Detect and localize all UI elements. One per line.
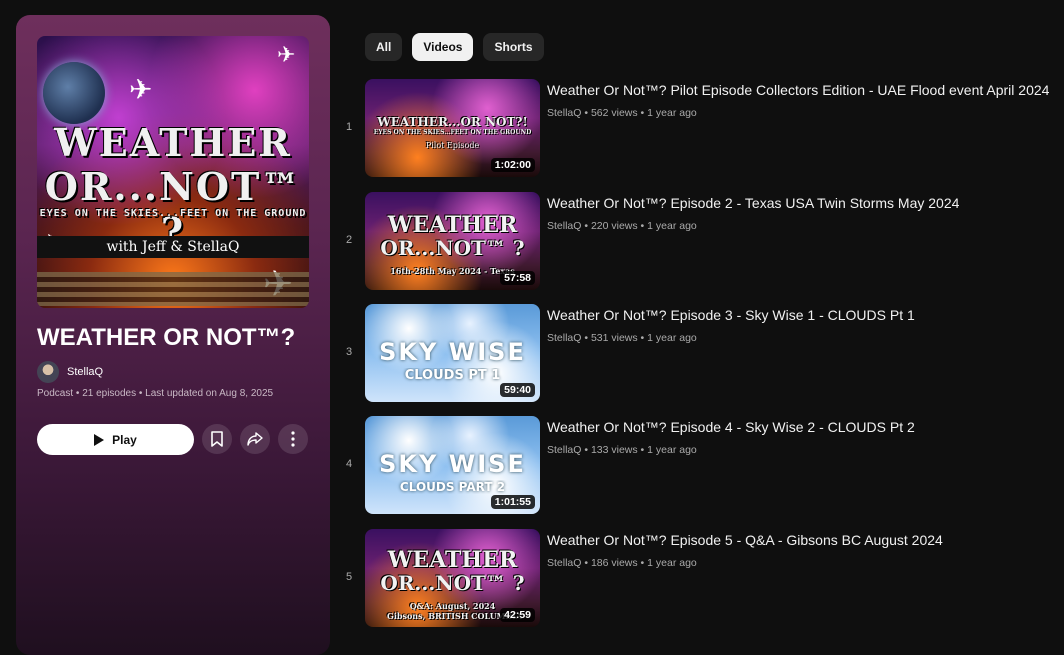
save-playlist-button[interactable] xyxy=(202,424,232,454)
cover-tagline: EYES ON THE SKIES...FEET ON THE GROUND xyxy=(39,208,307,219)
video-index: 4 xyxy=(345,458,353,470)
playlist-header-panel: ✈ ✈ ✈ ✈ WEATHER OR...NOT™ ? EYES ON THE … xyxy=(16,15,330,655)
video-title[interactable]: Weather Or Not™? Episode 5 - Q&A - Gibso… xyxy=(547,531,943,549)
chip-shorts[interactable]: Shorts xyxy=(483,33,544,61)
thumb-text: EYES ON THE SKIES...FEET ON THE GROUND xyxy=(373,129,532,136)
duration-badge: 42:59 xyxy=(500,608,535,622)
moon-graphic xyxy=(43,62,105,124)
play-label: Play xyxy=(112,432,137,447)
video-meta: StellaQ • 133 views • 1 year ago xyxy=(547,444,697,456)
video-row[interactable]: 4 SKY WISE CLOUDS PART 2 1:01:55 Weather… xyxy=(340,416,1064,516)
video-row[interactable]: 1 WEATHER...OR NOT?! EYES ON THE SKIES..… xyxy=(340,79,1064,179)
video-row[interactable]: 3 SKY WISE CLOUDS PT 1 59:40 Weather Or … xyxy=(340,304,1064,404)
video-title[interactable]: Weather Or Not™? Episode 2 - Texas USA T… xyxy=(547,194,959,212)
thumb-text: SKY WISE xyxy=(379,338,526,366)
filter-chips: All Videos Shorts xyxy=(365,33,544,61)
video-row[interactable]: 5 WEATHER OR...NOT™ ? Q&A: August, 2024 … xyxy=(340,529,1064,629)
share-icon xyxy=(247,432,263,446)
video-title[interactable]: Weather Or Not™? Episode 3 - Sky Wise 1 … xyxy=(547,306,915,324)
video-thumbnail[interactable]: SKY WISE CLOUDS PT 1 59:40 xyxy=(365,304,540,402)
video-index: 5 xyxy=(345,571,353,583)
cover-title-line1: WEATHER xyxy=(54,120,292,165)
playlist-title: WEATHER OR NOT™? xyxy=(37,324,296,351)
video-index: 3 xyxy=(345,346,353,358)
video-meta: StellaQ • 562 views • 1 year ago xyxy=(547,107,697,119)
more-icon xyxy=(291,431,295,447)
video-meta: StellaQ • 531 views • 1 year ago xyxy=(547,332,697,344)
video-title[interactable]: Weather Or Not™? Episode 4 - Sky Wise 2 … xyxy=(547,418,915,436)
share-button[interactable] xyxy=(240,424,270,454)
video-row[interactable]: 2 WEATHER OR...NOT™ ? 16th-28th May 2024… xyxy=(340,192,1064,292)
thumb-text: WEATHER...OR NOT?! xyxy=(377,115,528,129)
playlist-meta: Podcast • 21 episodes • Last updated on … xyxy=(37,388,274,399)
duration-badge: 1:02:00 xyxy=(490,158,535,172)
video-meta: StellaQ • 220 views • 1 year ago xyxy=(547,220,697,232)
video-meta: StellaQ • 186 views • 1 year ago xyxy=(547,557,697,569)
duration-badge: 57:58 xyxy=(500,271,535,285)
thumb-text: WEATHER xyxy=(387,547,518,573)
duration-badge: 59:40 xyxy=(500,383,535,397)
duration-badge: 1:01:55 xyxy=(490,495,535,509)
video-thumbnail[interactable]: WEATHER OR...NOT™ ? 16th-28th May 2024 -… xyxy=(365,192,540,290)
thumb-text: OR...NOT™ ? xyxy=(380,236,525,260)
avatar[interactable] xyxy=(37,361,59,383)
thumb-text: CLOUDS PART 2 xyxy=(399,480,506,494)
playlist-cover-image[interactable]: ✈ ✈ ✈ ✈ WEATHER OR...NOT™ ? EYES ON THE … xyxy=(37,36,309,308)
chip-all[interactable]: All xyxy=(365,33,403,61)
thumb-text: Pilot Episode xyxy=(425,141,480,150)
bookmark-icon xyxy=(211,431,223,447)
more-options-button[interactable] xyxy=(278,424,308,454)
cover-hosts-band: with Jeff & StellaQ xyxy=(37,236,309,258)
airplane-icon: ✈ xyxy=(129,74,153,105)
video-title[interactable]: Weather Or Not™? Pilot Episode Collector… xyxy=(547,81,1049,99)
video-thumbnail[interactable]: WEATHER...OR NOT?! EYES ON THE SKIES...F… xyxy=(365,79,540,177)
playlist-owner[interactable]: StellaQ xyxy=(37,361,103,383)
video-thumbnail[interactable]: WEATHER OR...NOT™ ? Q&A: August, 2024 Gi… xyxy=(365,529,540,627)
thumb-text: OR...NOT™ ? xyxy=(380,571,525,595)
airplane-icon: ✈ xyxy=(277,42,296,67)
play-button[interactable]: Play xyxy=(37,424,194,455)
thumb-text: WEATHER xyxy=(387,212,518,238)
video-index: 2 xyxy=(345,234,353,246)
chip-videos[interactable]: Videos xyxy=(412,33,474,61)
video-index: 1 xyxy=(345,121,353,133)
owner-name[interactable]: StellaQ xyxy=(67,366,103,378)
cover-stripes xyxy=(37,272,309,306)
play-icon xyxy=(94,433,105,446)
video-thumbnail[interactable]: SKY WISE CLOUDS PART 2 1:01:55 xyxy=(365,416,540,514)
thumb-text: CLOUDS PT 1 xyxy=(404,368,501,383)
thumb-text: SKY WISE xyxy=(379,450,526,478)
